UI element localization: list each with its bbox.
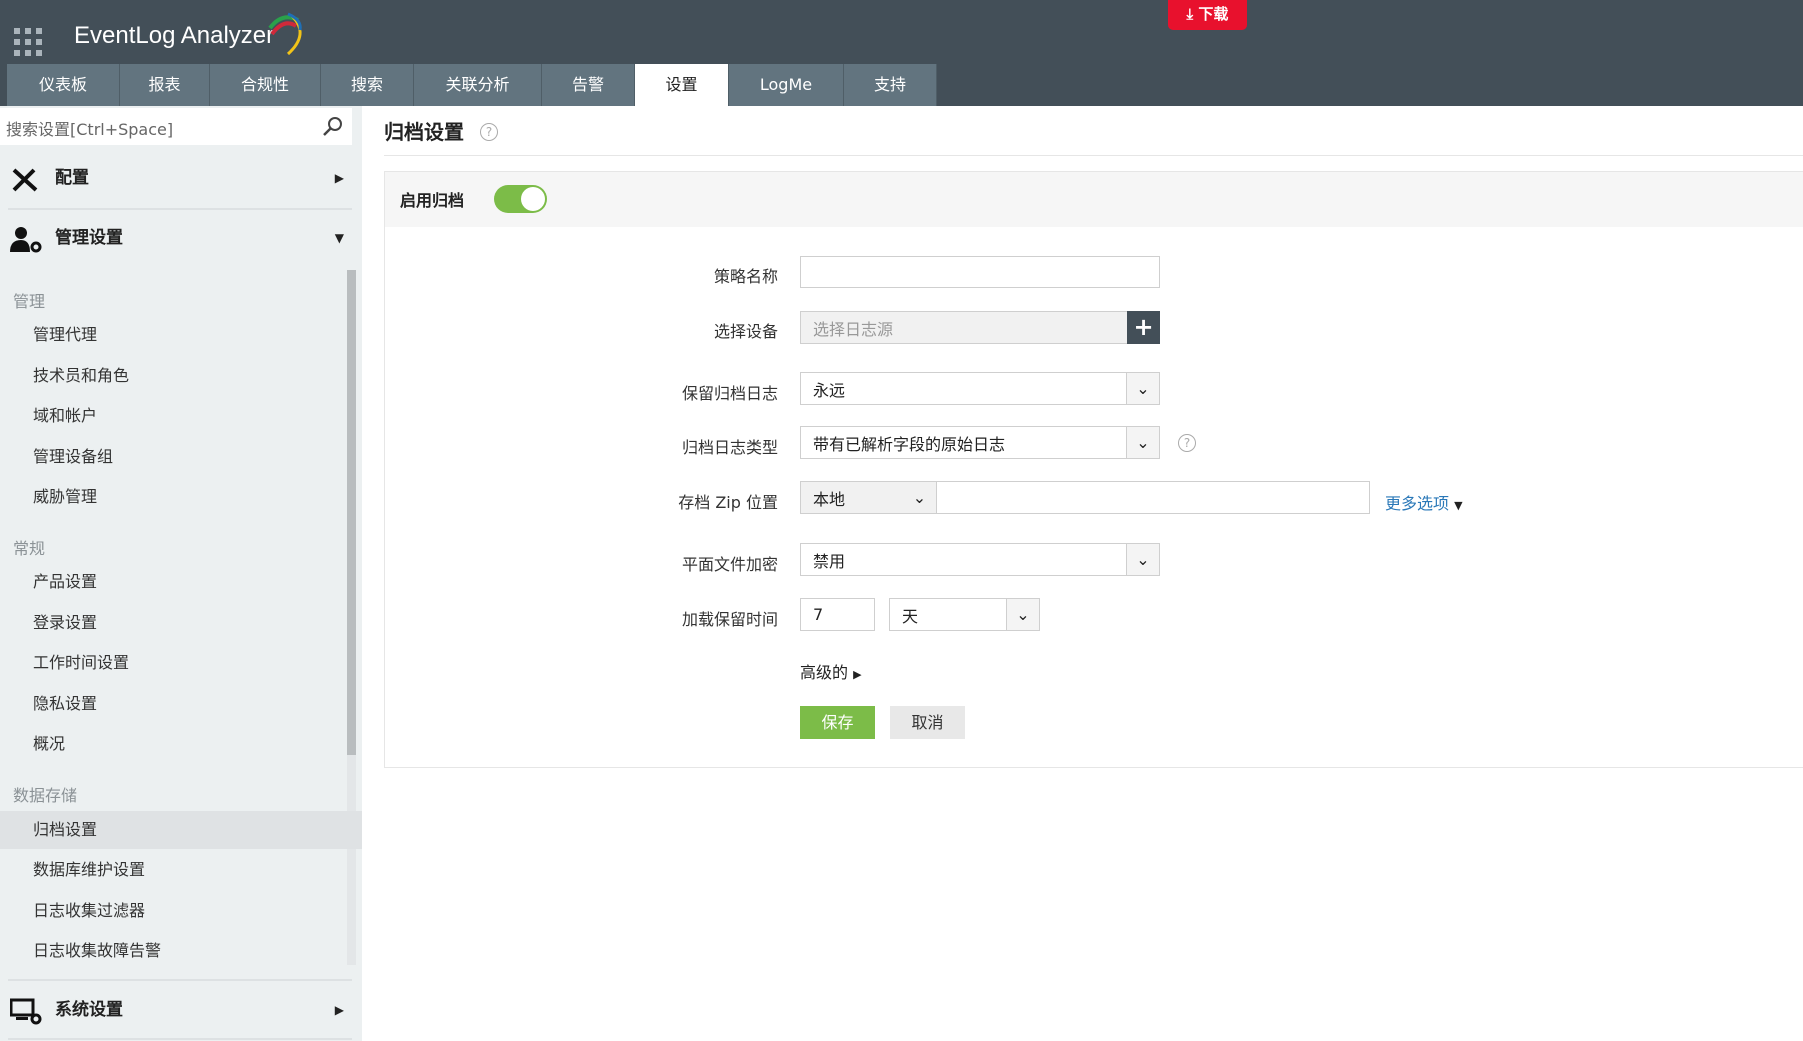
sidebar-item[interactable]: 隐私设置	[0, 685, 352, 723]
retain-label: 保留归档日志	[681, 384, 778, 403]
sidebar-item[interactable]: 产品设置	[0, 563, 352, 601]
sidebar-item-selected[interactable]: 归档设置	[0, 811, 362, 849]
chevron-down-icon: ⌄	[912, 488, 927, 507]
chevron-down-icon: ⌄	[1126, 427, 1159, 458]
more-options-label: 更多选项	[1385, 494, 1450, 513]
download-button[interactable]: ⤓ 下载	[1168, 0, 1247, 30]
tab-search[interactable]: 搜索	[321, 64, 414, 106]
search-icon[interactable]	[322, 116, 344, 138]
sidebar-item[interactable]: 工作时间设置	[0, 644, 352, 682]
zip-path-input[interactable]	[936, 481, 1370, 514]
tab-settings[interactable]: 设置	[635, 64, 729, 106]
tab-alerts[interactable]: 告警	[542, 64, 635, 106]
group-label: 配置	[55, 168, 89, 188]
divider	[384, 155, 1803, 156]
section-title: 管理	[13, 292, 46, 311]
sidebar-group-config[interactable]: 配置 ▶	[10, 158, 350, 198]
tools-icon	[12, 168, 38, 192]
device-label: 选择设备	[713, 322, 778, 341]
sidebar-item[interactable]: 管理代理	[0, 316, 352, 354]
zip-location-value: 本地	[813, 489, 846, 509]
download-label: 下载	[1198, 5, 1229, 23]
divider	[8, 979, 352, 981]
cancel-button[interactable]: 取消	[890, 706, 965, 739]
load-unit-select[interactable]: 天 ⌄	[889, 598, 1040, 631]
load-retention-label: 加载保留时间	[681, 610, 778, 629]
sidebar-item[interactable]: 域和帐户	[0, 397, 352, 435]
type-label: 归档日志类型	[681, 438, 778, 457]
app-logo[interactable]: EventLog Analyzer	[74, 22, 274, 50]
caret-right-icon: ▶	[853, 668, 862, 681]
chevron-down-icon: ⌄	[1126, 544, 1159, 575]
tab-support[interactable]: 支持	[844, 64, 937, 106]
encrypt-value: 禁用	[813, 551, 846, 571]
sidebar-item[interactable]: 威胁管理	[0, 478, 352, 516]
section-title: 常规	[13, 539, 46, 558]
tab-correlation[interactable]: 关联分析	[414, 64, 542, 106]
app-grid-icon[interactable]	[14, 28, 42, 56]
logo-arc-icon	[268, 12, 302, 56]
tab-dashboard[interactable]: 仪表板	[7, 64, 120, 106]
sidebar-item[interactable]: 登录设置	[0, 604, 352, 642]
caret-down-icon: ▼	[334, 231, 344, 245]
log-type-select[interactable]: 带有已解析字段的原始日志 ⌄	[800, 426, 1160, 459]
policy-name-label: 策略名称	[713, 267, 778, 286]
retain-value: 永远	[813, 380, 846, 400]
add-device-button[interactable]: +	[1127, 311, 1160, 344]
load-retention-input[interactable]: 7	[800, 598, 875, 631]
policy-name-input[interactable]	[800, 256, 1160, 288]
user-gear-icon	[10, 227, 42, 253]
chevron-down-icon: ⌄	[1006, 599, 1039, 630]
device-select-input[interactable]: 选择日志源	[800, 311, 1128, 344]
sidebar-item[interactable]: 日志收集过滤器	[0, 892, 352, 930]
zip-location-select[interactable]: 本地 ⌄	[800, 481, 937, 514]
sidebar-item[interactable]: 管理设备组	[0, 438, 352, 476]
caret-right-icon: ▶	[334, 1003, 344, 1017]
sidebar-group-admin[interactable]: 管理设置 ▼	[10, 218, 350, 258]
advanced-label: 高级的	[800, 663, 849, 682]
plus-icon: +	[1133, 313, 1154, 341]
load-unit-value: 天	[902, 606, 919, 626]
divider	[8, 1038, 352, 1040]
tab-reports[interactable]: 报表	[120, 64, 210, 106]
section-title: 数据存储	[13, 786, 78, 805]
help-icon[interactable]: ?	[1178, 434, 1196, 452]
caret-down-icon: ▼	[1454, 499, 1463, 512]
enable-archive-label: 启用归档	[400, 191, 465, 210]
sidebar-item[interactable]: 数据库维护设置	[0, 851, 352, 889]
log-type-value: 带有已解析字段的原始日志	[813, 434, 1006, 454]
page-title: 归档设置	[384, 120, 464, 144]
enable-archive-toggle[interactable]	[494, 185, 547, 213]
sidebar-group-system[interactable]: 系统设置 ▶	[10, 990, 350, 1030]
download-icon: ⤓	[1186, 5, 1194, 23]
caret-right-icon: ▶	[334, 171, 344, 185]
monitor-gear-icon	[10, 998, 42, 1025]
advanced-toggle[interactable]: 高级的 ▶	[800, 659, 862, 683]
chevron-down-icon: ⌄	[1126, 373, 1159, 404]
save-button[interactable]: 保存	[800, 706, 875, 739]
sidebar-item[interactable]: 概况	[0, 725, 352, 763]
sidebar-item[interactable]: 技术员和角色	[0, 357, 352, 395]
encrypt-label: 平面文件加密	[681, 555, 778, 574]
zip-location-label: 存档 Zip 位置	[678, 493, 778, 512]
sidebar-item[interactable]: 日志收集故障告警	[0, 932, 352, 970]
tab-compliance[interactable]: 合规性	[210, 64, 321, 106]
tab-logme[interactable]: LogMe	[729, 64, 844, 106]
group-label: 管理设置	[55, 228, 123, 248]
panel-header	[385, 172, 1803, 227]
retain-select[interactable]: 永远 ⌄	[800, 372, 1160, 405]
settings-search-input[interactable]: 搜索设置[Ctrl+Space]	[0, 108, 352, 145]
divider	[8, 208, 352, 210]
help-icon[interactable]: ?	[480, 123, 498, 141]
group-label: 系统设置	[55, 1000, 123, 1020]
encrypt-select[interactable]: 禁用 ⌄	[800, 543, 1160, 576]
more-options-link[interactable]: 更多选项 ▼	[1385, 490, 1463, 514]
